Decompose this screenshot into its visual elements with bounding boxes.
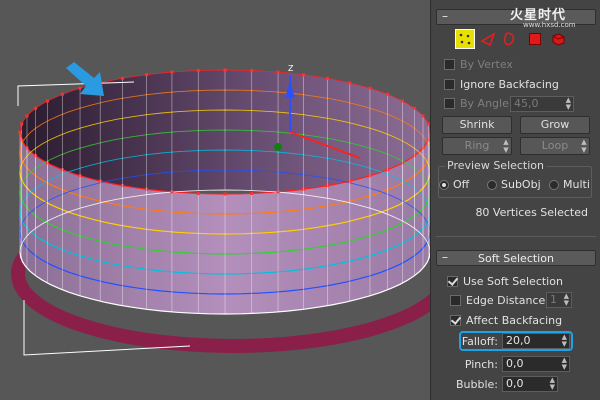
selected-vertex xyxy=(223,192,227,196)
spinner-arrows-icon[interactable]: ▲ ▼ xyxy=(550,377,555,391)
affect-backfacing-label: Affect Backfacing xyxy=(466,314,563,327)
use-soft-selection-box[interactable] xyxy=(447,276,458,287)
bubble-value: 0,0 xyxy=(506,377,524,390)
element-mode-icon[interactable] xyxy=(550,31,566,47)
preview-selection-title: Preview Selection xyxy=(445,159,547,172)
shrink-button[interactable]: Shrink xyxy=(442,116,512,134)
polygon-mode-icon[interactable] xyxy=(529,33,541,45)
soft-selection-title: Soft Selection xyxy=(478,252,554,265)
pinch-label: Pinch: xyxy=(464,358,498,371)
preview-multi-dot[interactable] xyxy=(549,179,559,190)
by-angle-box[interactable] xyxy=(444,98,455,109)
pinch-spinner[interactable]: 0,0 ▲ ▼ xyxy=(502,356,570,372)
selection-status: 80 Vertices Selected xyxy=(475,206,588,219)
by-vertex-checkbox[interactable]: By Vertex xyxy=(444,58,513,71)
bubble-label: Bubble: xyxy=(455,378,498,391)
selected-vertex xyxy=(223,68,227,72)
falloff-value: 20,0 xyxy=(506,334,531,347)
angle-spinner[interactable]: 45,0 ▲ ▼ xyxy=(510,96,574,112)
spinner-arrows-icon[interactable]: ▲ ▼ xyxy=(566,97,571,111)
pinch-value: 0,0 xyxy=(506,357,524,370)
selected-vertex xyxy=(121,76,124,80)
bubble-spinner[interactable]: 0,0 ▲ ▼ xyxy=(502,376,558,392)
edge-distance-label: Edge Distance: xyxy=(466,294,549,307)
vertex-mode-icon[interactable] xyxy=(455,29,475,49)
edge-distance-spinner[interactable]: 1 ▲ ▼ xyxy=(546,292,572,308)
ring-spinner-icon[interactable]: ▲ ▼ xyxy=(503,138,509,154)
selected-vertex xyxy=(301,73,305,77)
ring-mesh[interactable] xyxy=(0,0,430,400)
gizmo-axis-label: Z xyxy=(288,64,294,73)
selected-vertex xyxy=(196,69,200,73)
affect-backfacing-box[interactable] xyxy=(450,315,461,326)
preview-subobj-dot[interactable] xyxy=(487,179,497,190)
edge-mode-icon[interactable] xyxy=(480,31,496,47)
affect-backfacing-checkbox[interactable]: Affect Backfacing xyxy=(450,314,562,327)
selected-vertex xyxy=(250,191,254,195)
preview-off-dot[interactable] xyxy=(439,179,449,190)
watermark-url: www.hxsd.com xyxy=(523,21,576,29)
falloff-spinner[interactable]: 20,0 ▲ ▼ xyxy=(502,333,570,349)
selected-vertex xyxy=(386,92,390,96)
ring-button[interactable]: Ring ▲ ▼ xyxy=(442,137,512,155)
selected-vertex xyxy=(18,130,22,134)
selected-vertex xyxy=(20,122,24,126)
by-vertex-label: By Vertex xyxy=(460,58,513,71)
ring-label: Ring xyxy=(464,139,490,152)
preview-multi-label: Multi xyxy=(563,178,590,191)
selected-vertex xyxy=(145,73,149,77)
border-mode-icon[interactable] xyxy=(502,31,518,47)
selected-vertex xyxy=(45,99,49,103)
selected-vertex xyxy=(368,86,372,90)
preview-off-label: Off xyxy=(453,178,470,191)
selected-vertex xyxy=(401,99,405,103)
use-soft-selection-label: Use Soft Selection xyxy=(463,275,563,288)
preview-subobj-radio[interactable]: SubObj xyxy=(487,178,541,191)
spinner-arrows-icon[interactable]: ▲ ▼ xyxy=(562,357,567,371)
soft-selection-rollout-header[interactable]: – Soft Selection xyxy=(436,250,596,266)
selected-vertex xyxy=(250,69,254,73)
edge-distance-box[interactable] xyxy=(450,295,461,306)
loop-spinner-icon[interactable]: ▲ ▼ xyxy=(581,138,587,154)
viewport[interactable]: Z xyxy=(0,0,430,400)
spinner-arrows-icon[interactable]: ▲ ▼ xyxy=(564,293,569,307)
gizmo-center xyxy=(274,143,282,151)
selected-vertex xyxy=(412,106,416,110)
spinner-arrows-icon[interactable]: ▲ ▼ xyxy=(562,334,567,348)
use-soft-selection-checkbox[interactable]: Use Soft Selection xyxy=(447,275,563,288)
grow-button[interactable]: Grow xyxy=(520,116,590,134)
by-vertex-box[interactable] xyxy=(444,59,455,70)
collapse-icon: – xyxy=(442,9,448,23)
falloff-label: Falloff: xyxy=(461,335,498,348)
selected-vertex xyxy=(196,191,200,195)
selected-vertex xyxy=(170,70,174,74)
loop-button[interactable]: Loop ▲ ▼ xyxy=(520,137,590,155)
preview-multi-radio[interactable]: Multi xyxy=(549,178,590,191)
angle-value: 45,0 xyxy=(514,97,539,110)
by-angle-label: By Angle: xyxy=(460,97,513,110)
panel-divider xyxy=(436,236,596,237)
preview-off-radio[interactable]: Off xyxy=(439,178,469,191)
edge-distance-checkbox[interactable]: Edge Distance: xyxy=(450,294,549,307)
loop-label: Loop xyxy=(541,139,569,152)
edge-distance-value: 1 xyxy=(550,293,557,306)
selected-vertex xyxy=(276,70,280,74)
selected-vertex xyxy=(348,81,352,85)
selected-vertex xyxy=(25,114,29,118)
preview-subobj-label: SubObj xyxy=(501,178,541,191)
selected-vertex xyxy=(326,76,329,80)
selected-vertex xyxy=(421,114,425,118)
ignore-backfacing-box[interactable] xyxy=(444,79,455,90)
ignore-backfacing-checkbox[interactable]: Ignore Backfacing xyxy=(444,78,559,91)
selected-vertex xyxy=(34,106,38,110)
arrow-pointer-icon xyxy=(66,62,104,96)
ignore-backfacing-label: Ignore Backfacing xyxy=(460,78,559,91)
by-angle-checkbox[interactable]: By Angle: xyxy=(444,97,513,110)
